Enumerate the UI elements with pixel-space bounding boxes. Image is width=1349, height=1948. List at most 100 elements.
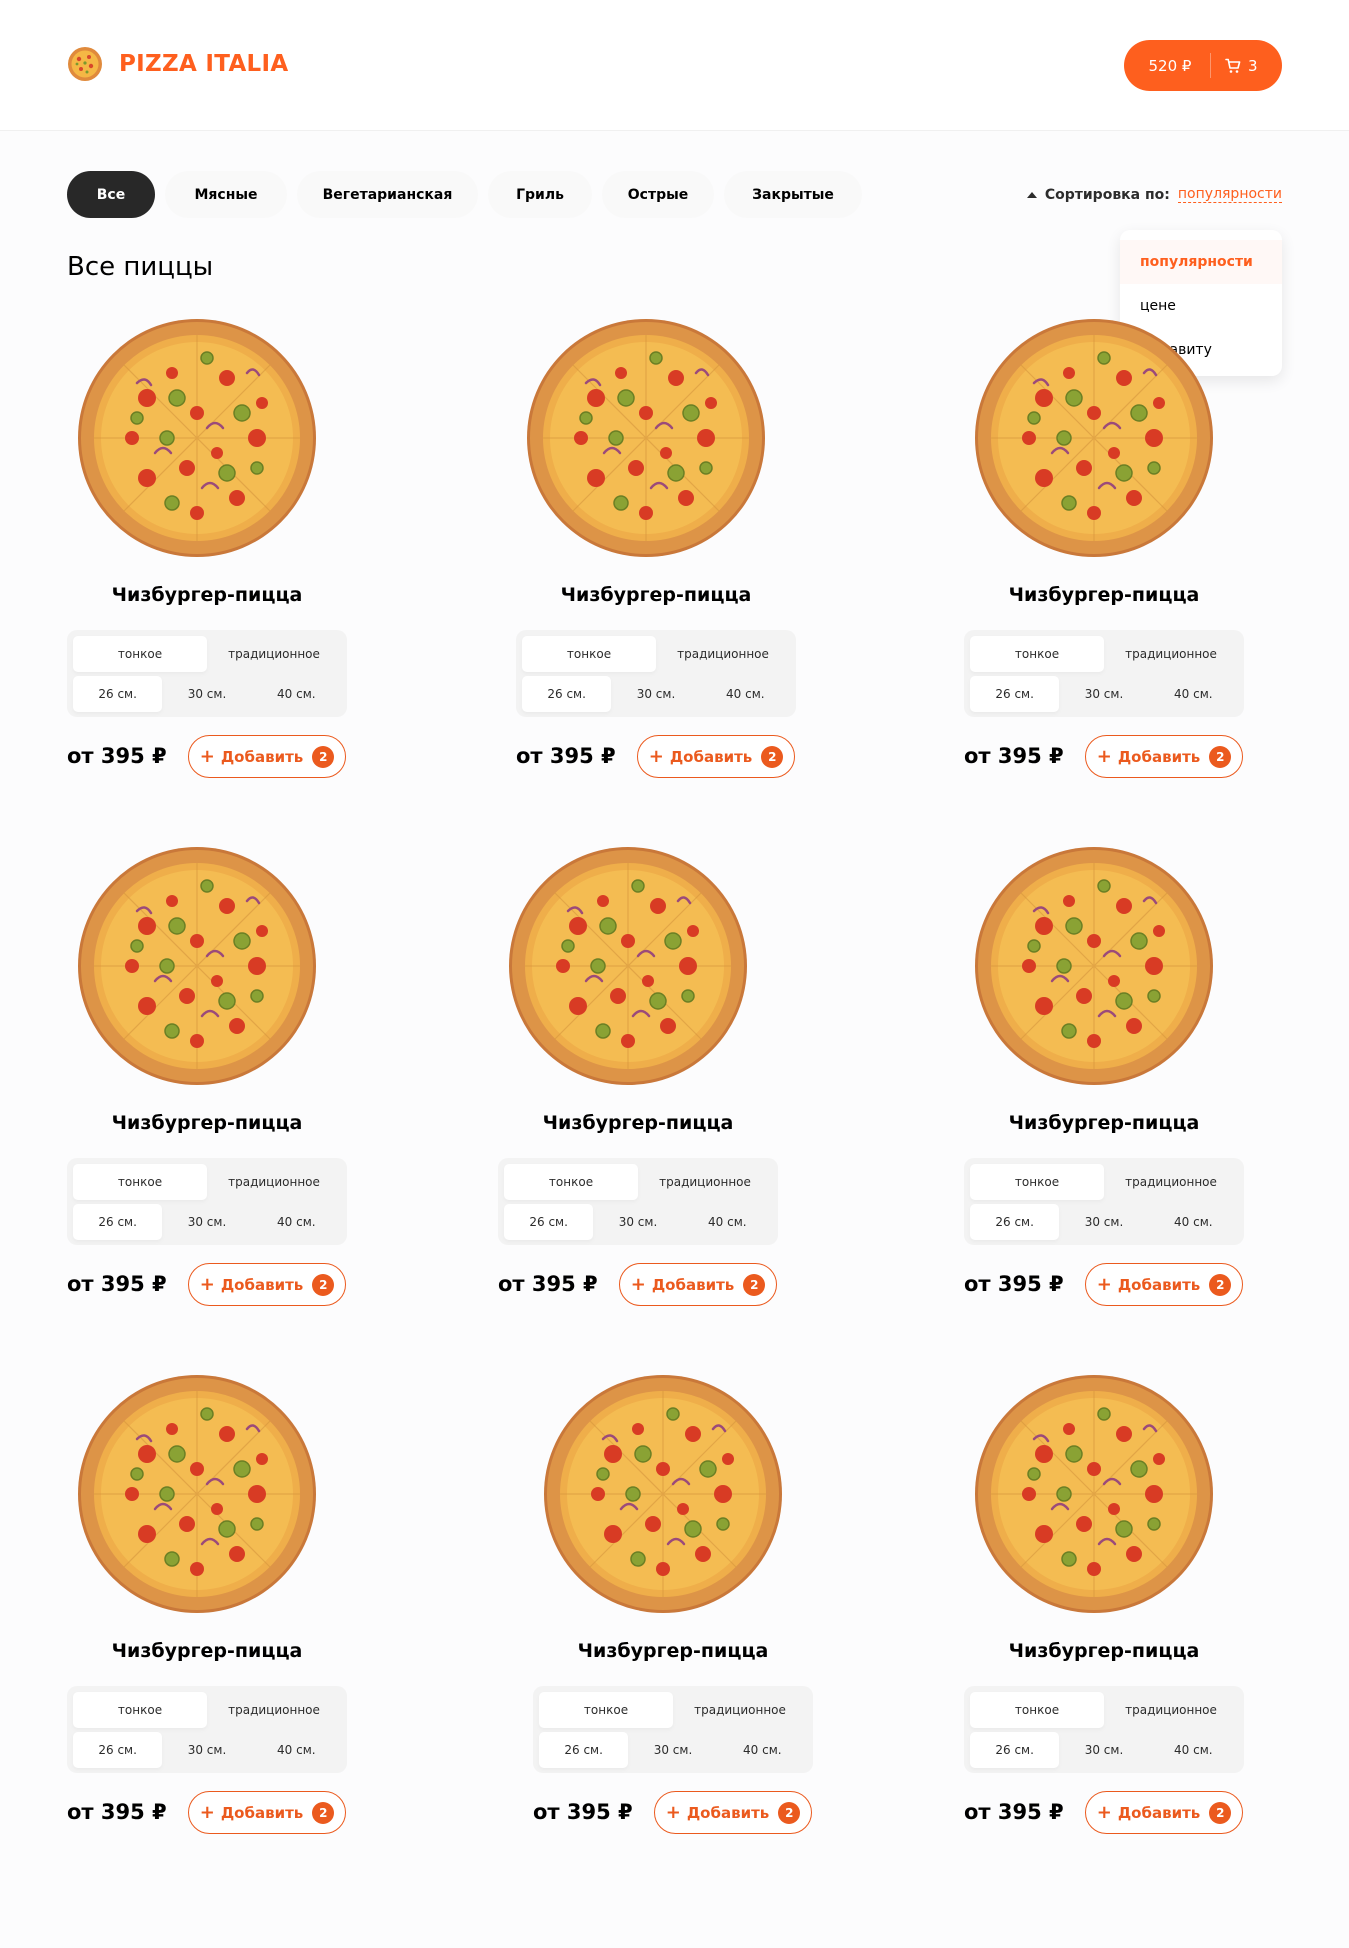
dough-traditional-option[interactable]: традиционное: [207, 1692, 341, 1728]
sort-option-popularity[interactable]: популярности: [1120, 240, 1282, 284]
pizza-image[interactable]: [77, 318, 317, 558]
dough-thin-option[interactable]: тонкое: [73, 1692, 207, 1728]
add-to-cart-button[interactable]: + Добавить 2: [188, 1791, 346, 1834]
size-26-option[interactable]: 26 см.: [73, 1204, 163, 1240]
size-26-option[interactable]: 26 см.: [522, 676, 612, 712]
plus-icon: +: [1096, 1801, 1112, 1823]
size-40-option[interactable]: 40 см.: [252, 676, 341, 712]
add-to-cart-button[interactable]: + Добавить 2: [637, 735, 795, 778]
dough-traditional-option[interactable]: традиционное: [1104, 1164, 1238, 1200]
size-30-option[interactable]: 30 см.: [1059, 676, 1148, 712]
dough-traditional-option[interactable]: традиционное: [207, 1164, 341, 1200]
dough-type-row: тонкое традиционное: [522, 636, 790, 672]
cart-total-price: 520 ₽: [1148, 56, 1192, 75]
logo[interactable]: PIZZA ITALIA: [67, 46, 288, 82]
size-row: 26 см. 30 см. 40 см.: [522, 676, 790, 712]
size-30-option[interactable]: 30 см.: [1059, 1732, 1148, 1768]
pizza-image[interactable]: [543, 1374, 783, 1614]
add-to-cart-button[interactable]: + Добавить 2: [188, 735, 346, 778]
add-to-cart-button[interactable]: + Добавить 2: [1085, 1263, 1243, 1306]
pizza-image[interactable]: [974, 846, 1214, 1086]
pizza-price: от 395 ₽: [498, 1272, 598, 1296]
size-40-option[interactable]: 40 см.: [252, 1204, 341, 1240]
size-40-option[interactable]: 40 см.: [1149, 1732, 1238, 1768]
add-button-label: Добавить: [686, 1803, 770, 1822]
add-count-badge: 2: [312, 1273, 335, 1296]
dough-traditional-option[interactable]: традиционное: [638, 1164, 772, 1200]
dough-traditional-option[interactable]: традиционное: [1104, 1692, 1238, 1728]
add-to-cart-button[interactable]: + Добавить 2: [619, 1263, 777, 1306]
category-vegetarian[interactable]: Вегетарианская: [297, 171, 478, 218]
category-grill[interactable]: Гриль: [488, 171, 592, 218]
sort-current-value[interactable]: популярности: [1177, 186, 1282, 203]
size-40-option[interactable]: 40 см.: [1149, 676, 1238, 712]
cart-button[interactable]: 520 ₽ 3: [1124, 40, 1282, 91]
dough-thin-option[interactable]: тонкое: [73, 636, 207, 672]
header: PIZZA ITALIA 520 ₽ 3: [0, 0, 1349, 131]
size-40-option[interactable]: 40 см.: [701, 676, 790, 712]
dough-thin-option[interactable]: тонкое: [73, 1164, 207, 1200]
size-40-option[interactable]: 40 см.: [683, 1204, 772, 1240]
dough-thin-option[interactable]: тонкое: [504, 1164, 638, 1200]
add-to-cart-button[interactable]: + Добавить 2: [188, 1263, 346, 1306]
size-row: 26 см. 30 см. 40 см.: [970, 676, 1238, 712]
size-40-option[interactable]: 40 см.: [718, 1732, 807, 1768]
size-30-option[interactable]: 30 см.: [628, 1732, 717, 1768]
size-row: 26 см. 30 см. 40 см.: [970, 1732, 1238, 1768]
category-spicy[interactable]: Острые: [602, 171, 714, 218]
size-26-option[interactable]: 26 см.: [970, 1204, 1060, 1240]
pizza-title: Чизбургер-пицца: [1008, 1112, 1200, 1134]
size-30-option[interactable]: 30 см.: [611, 676, 700, 712]
cart-icon: [1225, 58, 1241, 73]
pizza-title: Чизбургер-пицца: [1008, 584, 1200, 606]
add-count-badge: 2: [1209, 745, 1232, 768]
size-30-option[interactable]: 30 см.: [162, 1204, 251, 1240]
add-to-cart-button[interactable]: + Добавить 2: [654, 1791, 812, 1834]
size-30-option[interactable]: 30 см.: [162, 676, 251, 712]
pizza-image[interactable]: [77, 1374, 317, 1614]
pizza-image[interactable]: [77, 846, 317, 1086]
size-26-option[interactable]: 26 см.: [504, 1204, 594, 1240]
size-40-option[interactable]: 40 см.: [1149, 1204, 1238, 1240]
pizza-image[interactable]: [526, 318, 766, 558]
size-30-option[interactable]: 30 см.: [593, 1204, 682, 1240]
category-meat[interactable]: Мясные: [165, 171, 287, 218]
dough-traditional-option[interactable]: традиционное: [1104, 636, 1238, 672]
dough-thin-option[interactable]: тонкое: [970, 1164, 1104, 1200]
size-26-option[interactable]: 26 см.: [539, 1732, 629, 1768]
dough-thin-option[interactable]: тонкое: [970, 636, 1104, 672]
page: PIZZA ITALIA 520 ₽ 3 Все Мясные Вегетари…: [0, 0, 1349, 1948]
size-30-option[interactable]: 30 см.: [162, 1732, 251, 1768]
dough-type-row: тонкое традиционное: [539, 1692, 807, 1728]
plus-icon: +: [648, 745, 664, 767]
size-26-option[interactable]: 26 см.: [970, 676, 1060, 712]
pizza-image[interactable]: [508, 846, 748, 1086]
add-count-badge: 2: [1209, 1273, 1232, 1296]
size-40-option[interactable]: 40 см.: [252, 1732, 341, 1768]
cart-count: 3: [1248, 56, 1258, 75]
dough-thin-option[interactable]: тонкое: [522, 636, 656, 672]
dough-traditional-option[interactable]: традиционное: [656, 636, 790, 672]
plus-icon: +: [1096, 745, 1112, 767]
add-to-cart-button[interactable]: + Добавить 2: [1085, 1791, 1243, 1834]
add-to-cart-button[interactable]: + Добавить 2: [1085, 735, 1243, 778]
dough-traditional-option[interactable]: традиционное: [207, 636, 341, 672]
size-26-option[interactable]: 26 см.: [970, 1732, 1060, 1768]
pizza-image[interactable]: [974, 1374, 1214, 1614]
dough-thin-option[interactable]: тонкое: [539, 1692, 673, 1728]
size-30-option[interactable]: 30 см.: [1059, 1204, 1148, 1240]
size-26-option[interactable]: 26 см.: [73, 676, 163, 712]
dough-traditional-option[interactable]: традиционное: [673, 1692, 807, 1728]
add-button-label: Добавить: [669, 747, 753, 766]
category-closed[interactable]: Закрытые: [724, 171, 862, 218]
size-26-option[interactable]: 26 см.: [73, 1732, 163, 1768]
pizza-options-selector: тонкое традиционное 26 см. 30 см. 40 см.: [498, 1158, 778, 1245]
category-all[interactable]: Все: [67, 171, 155, 218]
pizza-price: от 395 ₽: [964, 1272, 1064, 1296]
dough-thin-option[interactable]: тонкое: [970, 1692, 1104, 1728]
pizza-image[interactable]: [974, 318, 1214, 558]
plus-icon: +: [665, 1801, 681, 1823]
logo-text: PIZZA ITALIA: [119, 51, 289, 77]
add-count-badge: 2: [743, 1273, 766, 1296]
pizza-title: Чизбургер-пицца: [542, 1112, 734, 1134]
